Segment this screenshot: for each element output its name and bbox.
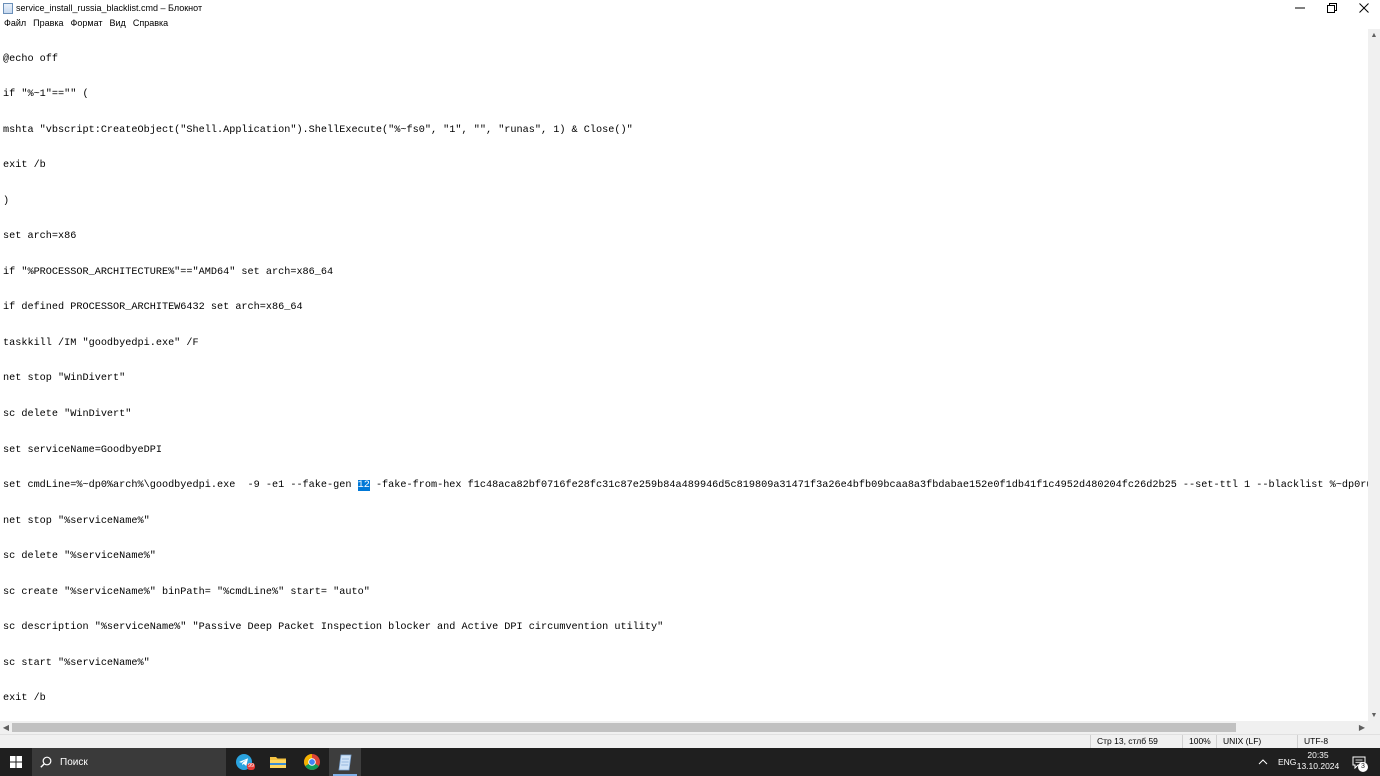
minimize-icon [1295, 7, 1305, 9]
encoding: UTF-8 [1297, 735, 1328, 748]
taskbar-file-explorer[interactable] [262, 748, 294, 776]
taskbar-chrome[interactable] [296, 748, 328, 776]
windows-icon [10, 756, 22, 768]
restore-button[interactable] [1316, 0, 1348, 16]
taskbar-search-box[interactable]: Поиск [32, 748, 226, 776]
restore-icon [1327, 3, 1337, 13]
horizontal-scroll-thumb[interactable] [12, 723, 1236, 732]
folder-icon [270, 757, 286, 768]
code-line: net stop "%serviceName%" [3, 515, 150, 527]
code-line-part: set cmdLine=%~dp0%arch%\goodbyedpi.exe -… [3, 480, 358, 492]
search-icon [40, 756, 52, 768]
taskbar: Поиск 99 ENG 20:35 13.10.2024 [0, 748, 1380, 776]
menu-file[interactable]: Файл [0, 18, 29, 28]
text-editor[interactable]: @echo off if "%~1"=="" ( mshta "vbscript… [0, 29, 1368, 721]
code-line: if "%PROCESSOR_ARCHITECTURE%"=="AMD64" s… [3, 266, 334, 278]
search-placeholder: Поиск [60, 756, 88, 768]
scroll-right-icon[interactable]: ▶ [1356, 721, 1368, 734]
taskbar-telegram[interactable]: 99 [228, 748, 260, 776]
tray-chevron[interactable] [1258, 748, 1268, 776]
code-line: sc create "%serviceName%" binPath= "%cmd… [3, 586, 370, 598]
scroll-down-icon[interactable]: ▼ [1368, 709, 1380, 721]
window-controls [1284, 0, 1380, 16]
scroll-left-icon[interactable]: ◀ [0, 721, 12, 734]
editor-content[interactable]: @echo off if "%~1"=="" ( mshta "vbscript… [3, 30, 1368, 721]
code-line: sc delete "WinDivert" [3, 409, 132, 420]
chevron-up-icon [1258, 759, 1268, 765]
code-line: sc delete "%serviceName%" [3, 551, 156, 563]
code-line: ) [3, 195, 10, 207]
notification-count-badge: 3 [1358, 762, 1368, 772]
code-line: sc description "%serviceName%" "Passive … [3, 622, 664, 634]
code-line: @echo off [3, 53, 59, 65]
menu-help[interactable]: Справка [129, 18, 171, 28]
horizontal-scrollbar[interactable]: ◀ ▶ [0, 721, 1380, 734]
zoom-level: 100% [1182, 735, 1211, 748]
clock-date: 13.10.2024 [1296, 761, 1340, 771]
code-line: sc start "%serviceName%" [3, 657, 150, 669]
code-line: set serviceName=GoodbyeDPI [3, 444, 162, 456]
selected-text: 12 [357, 480, 370, 492]
menu-format[interactable]: Формат [67, 18, 106, 28]
code-line-cmdline: set cmdLine=%~dp0%arch%\goodbyedpi.exe -… [3, 480, 1368, 492]
scroll-up-icon[interactable]: ▲ [1368, 29, 1380, 41]
code-line-part: -fake-from-hex f1c48aca82bf0716fe28fc31c… [375, 480, 1368, 492]
window-title: service_install_russia_blacklist.cmd – Б… [16, 3, 203, 13]
menu-bar: Файл Правка Формат Вид Справка [0, 16, 1380, 29]
telegram-badge: 99 [247, 763, 256, 770]
minimize-button[interactable] [1284, 0, 1316, 16]
status-bar: Стр 13, стлб 59 100% UNIX (LF) UTF-8 [0, 734, 1380, 748]
chrome-icon [304, 754, 320, 770]
notepad-icon [3, 2, 13, 14]
code-line: taskkill /IM "goodbyedpi.exe" /F [3, 337, 199, 349]
close-icon [1359, 3, 1369, 13]
code-line: set arch=x86 [3, 231, 77, 243]
clock-time: 20:35 [1307, 750, 1329, 760]
notepad-icon [338, 754, 352, 770]
title-bar[interactable]: service_install_russia_blacklist.cmd – Б… [0, 0, 1380, 16]
line-ending: UNIX (LF) [1216, 735, 1261, 748]
code-line: exit /b [3, 693, 46, 705]
taskbar-clock[interactable]: 20:35 13.10.2024 [1296, 750, 1340, 772]
code-line: mshta "vbscript:CreateObject("Shell.Appl… [3, 124, 633, 136]
cursor-position: Стр 13, стлб 59 [1090, 735, 1158, 748]
menu-edit[interactable]: Правка [29, 18, 66, 28]
close-button[interactable] [1348, 0, 1380, 16]
taskbar-notepad[interactable] [329, 748, 361, 776]
code-line: exit /b [3, 160, 46, 172]
code-line: if defined PROCESSOR_ARCHITEW6432 set ar… [3, 302, 303, 314]
code-line: if "%~1"=="" ( [3, 89, 89, 101]
start-button[interactable] [0, 748, 32, 776]
vertical-scrollbar[interactable]: ▲ ▼ [1368, 29, 1380, 721]
code-line: net stop "WinDivert" [3, 373, 126, 385]
menu-view[interactable]: Вид [106, 18, 129, 28]
language-indicator[interactable]: ENG [1278, 748, 1296, 776]
